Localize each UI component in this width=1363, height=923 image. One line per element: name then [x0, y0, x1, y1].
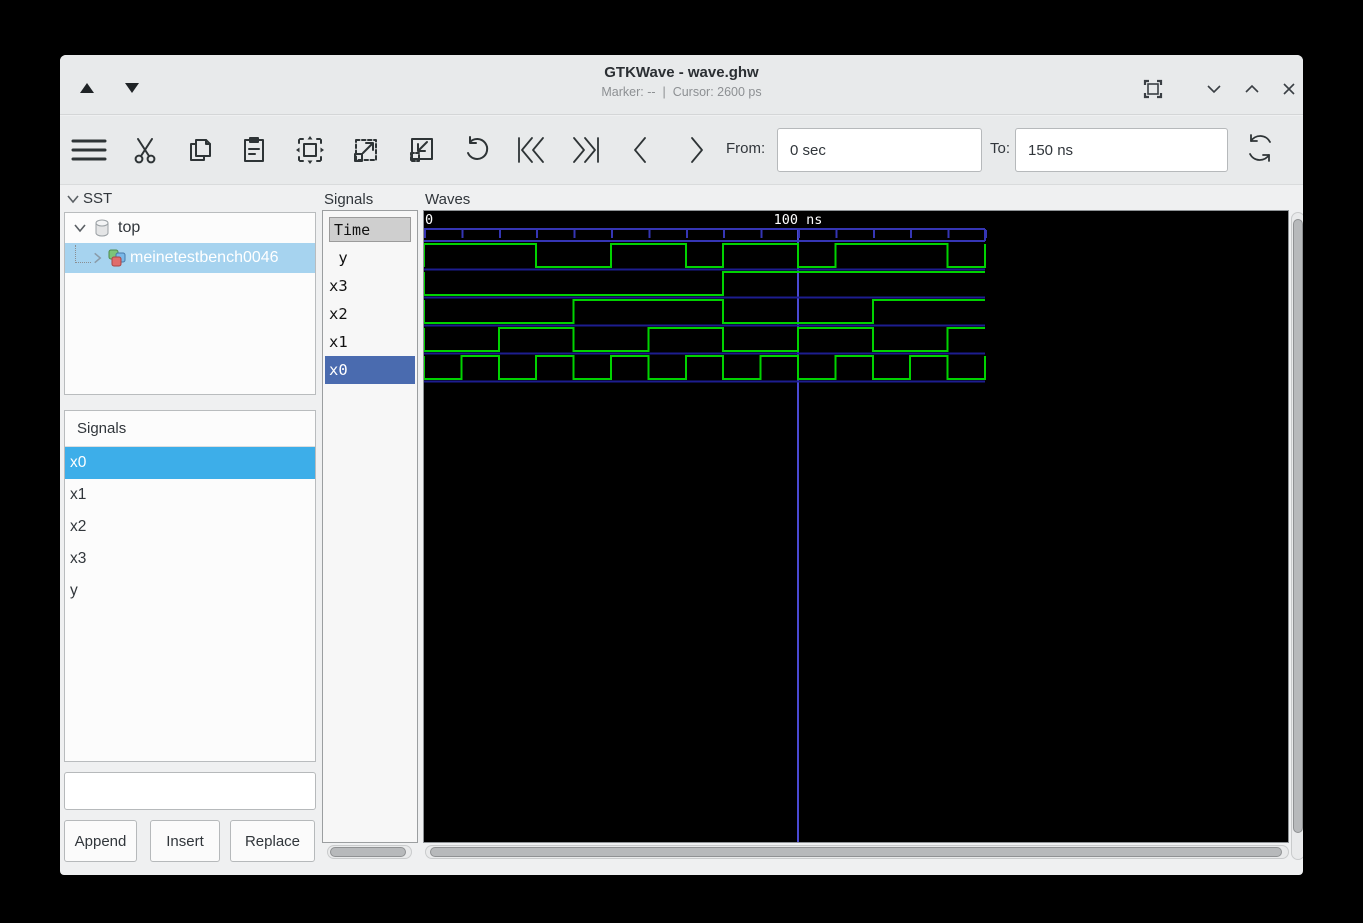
waves-hscrollbar[interactable]: [425, 845, 1289, 859]
titlebar: GTKWave - wave.ghw Marker: -- | Cursor: …: [60, 55, 1303, 115]
sst-node-label: top: [118, 219, 141, 236]
copy-button[interactable]: [180, 130, 220, 170]
sst-frame-label: SST: [66, 190, 112, 207]
zoom-fit-button[interactable]: [290, 130, 330, 170]
close-icon: [1283, 83, 1295, 95]
zoom-in-button[interactable]: [346, 130, 386, 170]
signals-hscrollbar[interactable]: [327, 845, 412, 859]
from-label: From:: [726, 140, 766, 157]
signal-row-selected[interactable]: x0: [325, 356, 415, 384]
menu-button[interactable]: [69, 130, 109, 170]
toolbar: From: To:: [60, 116, 1303, 185]
signals-frame-label: Signals: [324, 191, 374, 208]
triangle-down-icon: [125, 83, 139, 93]
search-list-header[interactable]: Signals: [65, 411, 315, 447]
maximize-button[interactable]: [1236, 73, 1268, 105]
chevron-up-icon: [1245, 84, 1259, 93]
list-item[interactable]: y: [65, 575, 315, 607]
undo-arrow-icon: [467, 136, 489, 160]
gtkwave-window: GTKWave - wave.ghw Marker: -- | Cursor: …: [60, 55, 1303, 875]
svg-text:0: 0: [425, 212, 433, 228]
double-chevron-left-bar-icon: [518, 137, 544, 163]
collapse-chevron-icon[interactable]: [66, 192, 80, 206]
to-input[interactable]: [1015, 128, 1228, 172]
chevron-right-icon: [691, 137, 703, 163]
replace-button[interactable]: Replace: [230, 820, 315, 862]
append-button[interactable]: Append: [64, 820, 137, 862]
signals-name-column: Time y x3 x2 x1 x0: [322, 210, 418, 843]
signal-search-list: Signals x0 x1 x2 x3 y: [64, 410, 316, 762]
fast-left-button[interactable]: [511, 130, 551, 170]
chevron-left-icon: [634, 137, 646, 163]
from-input[interactable]: [777, 128, 982, 172]
scope-cylinder-icon: [95, 219, 109, 237]
list-item[interactable]: x0: [65, 447, 315, 479]
copy-icon: [190, 139, 211, 161]
zoom-out-button[interactable]: [401, 130, 441, 170]
signal-row[interactable]: y: [325, 244, 415, 272]
wave-canvas[interactable]: 0 100 ns: [423, 210, 1289, 843]
sst-node-top[interactable]: top: [65, 213, 315, 243]
subtitle-separator: |: [662, 85, 666, 99]
pan-up-button[interactable]: [70, 75, 104, 101]
zoom-out-icon: [410, 138, 433, 162]
window-subtitle: Marker: -- | Cursor: 2600 ps: [60, 85, 1303, 99]
triangle-up-icon: [80, 83, 94, 93]
signal-row[interactable]: x1: [325, 328, 415, 356]
scrollbar-thumb[interactable]: [430, 847, 1282, 857]
waves-frame-label: Waves: [425, 191, 471, 208]
scissors-icon: [134, 138, 156, 164]
expander-open-icon[interactable]: [73, 221, 87, 235]
shift-right-button[interactable]: [676, 130, 716, 170]
clipboard-icon: [244, 137, 264, 162]
insert-button[interactable]: Insert: [150, 820, 220, 862]
reload-icon: [1249, 134, 1271, 162]
module-cubes-icon: [108, 249, 126, 267]
expander-closed-icon[interactable]: [91, 251, 104, 265]
reload-button[interactable]: [1240, 128, 1280, 168]
list-item[interactable]: x3: [65, 543, 315, 575]
pan-down-button[interactable]: [115, 75, 149, 101]
zoom-in-icon: [354, 139, 377, 162]
fast-right-button[interactable]: [566, 130, 606, 170]
fit-window-icon: [1143, 79, 1163, 99]
double-chevron-right-bar-icon: [573, 137, 599, 163]
signal-row[interactable]: x2: [325, 300, 415, 328]
cut-button[interactable]: [125, 130, 165, 170]
undo-button[interactable]: [457, 130, 497, 170]
paste-button[interactable]: [234, 130, 274, 170]
search-input[interactable]: [64, 772, 316, 810]
shift-left-button[interactable]: [621, 130, 661, 170]
cursor-status: Cursor: 2600 ps: [672, 85, 762, 99]
list-item[interactable]: x1: [65, 479, 315, 511]
marker-status: Marker: --: [601, 85, 656, 99]
hamburger-menu-icon: [71, 139, 107, 161]
close-button[interactable]: [1273, 73, 1303, 105]
sst-node-testbench[interactable]: meinetestbench0046: [65, 243, 315, 273]
minimize-button[interactable]: [1198, 73, 1230, 105]
to-label: To:: [990, 140, 1011, 157]
tree-connector: [75, 245, 91, 263]
window-title: GTKWave - wave.ghw: [604, 64, 759, 81]
svg-text:100 ns: 100 ns: [774, 212, 823, 228]
waves-vscrollbar[interactable]: [1291, 212, 1303, 860]
scrollbar-thumb[interactable]: [330, 847, 406, 857]
zoom-fit-icon: [296, 136, 324, 164]
scrollbar-thumb[interactable]: [1293, 219, 1303, 833]
sst-node-label: meinetestbench0046: [130, 249, 279, 266]
signal-row[interactable]: x3: [325, 272, 415, 300]
keep-above-button[interactable]: [1137, 73, 1169, 105]
time-column-header[interactable]: Time: [329, 217, 411, 242]
waveform-plot: 0 100 ns: [423, 212, 987, 842]
chevron-down-icon: [1207, 85, 1221, 94]
sst-tree: top meinetestbench0046: [64, 212, 316, 395]
list-item[interactable]: x2: [65, 511, 315, 543]
